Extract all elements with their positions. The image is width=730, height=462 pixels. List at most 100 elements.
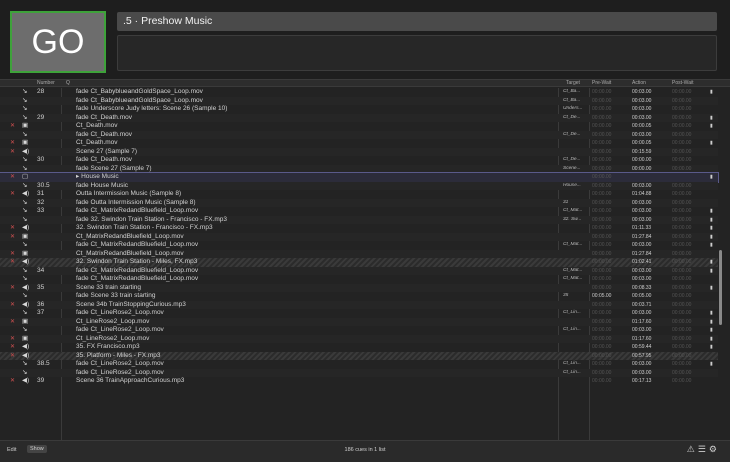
cue-action: 00:03.00: [632, 327, 652, 333]
cue-flag-icon: ▮: [710, 140, 713, 146]
broken-x-icon: ✕: [10, 259, 16, 265]
cue-post-wait: 00:00.00: [672, 259, 692, 265]
cue-number: 28: [37, 88, 45, 95]
cue-list: ↘ 28 fade Ct_BabyblueandGoldSpace_Loop.mov…: [0, 88, 730, 440]
fade-icon: ↘: [22, 198, 28, 206]
cue-action: 01:27.84: [632, 250, 652, 257]
cue-pre-wait: 00:00.00: [592, 182, 612, 189]
fade-icon: ↘: [22, 164, 28, 172]
cue-row[interactable]: ✕ ◀) 35. FX Francisco.mp3 00:00.00 00:59.44 0…: [0, 343, 718, 352]
cue-flag-icon: ▮: [710, 114, 713, 121]
video-icon: ▣: [22, 232, 29, 240]
cue-action: 00:03.00: [632, 310, 652, 316]
cue-row[interactable]: ↘ 30 fade Ct_Death.mov Ct_De... 00:00.00 00:0…: [0, 156, 718, 165]
fade-icon: ↘: [22, 360, 28, 367]
cue-row[interactable]: ↘ 28 fade Ct_BabyblueandGoldSpace_Loop.mov…: [0, 88, 718, 97]
cue-row[interactable]: ↘ 29 fade Ct_Death.mov Ct_De... 00:00.00 00:0…: [0, 113, 718, 122]
cue-post-wait: 00:00.00: [672, 267, 692, 274]
header-q[interactable]: Q: [66, 80, 70, 87]
cue-row[interactable]: ↘ 30.5 fade House Music House... 00:00.00 00:…: [0, 181, 718, 190]
cue-action: 00:03.00: [632, 208, 652, 214]
cue-pre-wait: 00:00.00: [592, 369, 612, 376]
cue-row[interactable]: ↘ fade Scene 33 train starting 35 00:05.00 0…: [0, 292, 718, 301]
cue-row[interactable]: ↘ fade Ct_BabyblueandGoldSpace_Loop.mov Ct…: [0, 96, 718, 105]
group-icon: ▢: [22, 173, 29, 180]
cue-flag-icon: ▮: [710, 259, 713, 265]
cue-row[interactable]: ↘ 33 fade Ct_MatrixRedandBluefield_Loop.mo…: [0, 207, 718, 216]
broken-x-icon: ✕: [10, 250, 16, 257]
cue-pre-wait: 00:00.00: [592, 242, 612, 248]
cue-row[interactable]: ✕ ◀) 32. Swindon Train Station - Miles, FX…: [0, 258, 718, 267]
cue-row[interactable]: ✕ ◀) 39 Scene 36 TrainApproachCurious.mp3 00…: [0, 377, 718, 386]
header-number[interactable]: Number: [37, 80, 55, 87]
cue-row[interactable]: ↘ fade Ct_MatrixRedandBluefield_Loop.mov C…: [0, 275, 718, 284]
cue-name: fade Scene 33 train starting: [76, 292, 156, 299]
cue-name: fade Ct_BabyblueandGoldSpace_Loop.mov: [76, 88, 203, 95]
cue-title-field[interactable]: .5 · Preshow Music: [117, 12, 717, 31]
footer-bar: Edit Show 186 cues in 1 list ⚠☰⚙: [0, 440, 730, 462]
fade-icon: ↘: [22, 266, 28, 274]
cue-number: 33: [37, 207, 45, 214]
gear-icon[interactable]: ⚙: [709, 444, 720, 454]
header-post-wait[interactable]: Post-Wait: [672, 80, 693, 87]
cue-name: fade Outta Intermission Music (Sample 8): [76, 198, 196, 206]
cue-row[interactable]: ↘ fade Ct_Death.mov Ct_De... 00:00.00 00:03.…: [0, 130, 718, 139]
cue-row[interactable]: ↘ fade Underscore Judy letters: Scene 26 …: [0, 105, 718, 114]
cue-action: 01:04.88: [632, 191, 652, 197]
cue-number: 36: [37, 300, 45, 308]
cue-flag-icon: ▮: [710, 233, 713, 240]
cue-row[interactable]: ↘ 37 fade Ct_LineRose2_Loop.mov Ct_Lin... 00…: [0, 309, 718, 318]
cue-row[interactable]: ✕ ◀) 35. Platform - Miles - FX.mp3 00:00.00…: [0, 351, 718, 360]
cue-row[interactable]: ↘ fade Ct_MatrixRedandBluefield_Loop.mov C…: [0, 241, 718, 250]
cue-post-wait: 00:00.00: [672, 250, 692, 257]
header-action[interactable]: Action: [632, 80, 646, 87]
cue-pre-wait: 00:00.00: [592, 140, 612, 146]
cue-target: Ct_Lin...: [563, 369, 581, 375]
audio-icon: ◀): [22, 377, 30, 384]
cue-row[interactable]: ↘ 38.5 fade Ct_LineRose2_Loop.mov Ct_Lin...…: [0, 360, 718, 369]
fade-icon: ↘: [22, 130, 28, 138]
video-icon: ▣: [22, 317, 29, 325]
cue-row[interactable]: ✕ ▣ Ct_MatrixRedandBluefield_Loop.mov 00:00…: [0, 232, 718, 241]
audio-icon: ◀): [22, 283, 30, 291]
cue-pre-wait: 00:00.00: [592, 335, 612, 342]
cue-row[interactable]: ✕ ◀) 35 Scene 33 train starting 00:00.00 00:0…: [0, 283, 718, 292]
cue-row[interactable]: ✕ ◀) 31 Outta Intermission Music (Sample 8)…: [0, 190, 718, 199]
cue-row[interactable]: ✕ ◀) Scene 27 (Sample 7) 00:00.00 00:15.59 00…: [0, 147, 718, 156]
cue-number: 32: [37, 198, 45, 206]
cue-name: fade Ct_Death.mov: [76, 156, 133, 163]
cue-pre-wait: 00:00.00: [592, 259, 612, 265]
cue-pre-wait: 00:00.00: [592, 233, 612, 240]
cue-row[interactable]: ✕ ▣ Ct_LineRose2_Loop.mov 00:00.00 01:17.60 0…: [0, 317, 718, 326]
cue-row[interactable]: ✕ ▣ Ct_LineRose2_Loop.mov 00:00.00 01:17.60 0…: [0, 334, 718, 343]
cue-row[interactable]: ✕ ▣ Ct_Death.mov 00:00.00 00:00.05 00:00.00 ▮: [0, 139, 718, 148]
cue-post-wait: 00:00.00: [672, 369, 692, 376]
fade-icon: ↘: [22, 88, 28, 95]
cue-row[interactable]: ✕ ▣ Ct_MatrixRedandBluefield_Loop.mov 00:00…: [0, 249, 718, 258]
cue-post-wait: 00:00.00: [672, 199, 692, 206]
cue-row[interactable]: ↘ fade 32. Swindon Train Station - Franci…: [0, 215, 718, 224]
cue-row[interactable]: ↘ fade Scene 27 (Sample 7) Scene... 00:00.0…: [0, 164, 718, 173]
cue-row[interactable]: ✕ ◀) 36 Scene 34b TrainStoppingCurious.mp3 0…: [0, 300, 718, 309]
list-icon[interactable]: ☰: [698, 444, 709, 454]
cue-action: 00:03.00: [632, 199, 652, 206]
cue-pre-wait: 00:00.00: [592, 174, 612, 180]
cue-row[interactable]: ↘ 34 fade Ct_MatrixRedandBluefield_Loop.mo…: [0, 266, 718, 275]
cue-name: fade Ct_LineRose2_Loop.mov: [76, 326, 164, 333]
cue-group-row[interactable]: ✕ ▢ ▸ House Music 00:00.00 ▮: [0, 172, 719, 183]
cue-target: 31: [563, 199, 569, 205]
header-target[interactable]: Target: [566, 80, 580, 87]
cue-notes-field[interactable]: [117, 35, 717, 71]
audio-icon: ◀): [22, 343, 30, 350]
cue-post-wait: 00:00.00: [672, 114, 692, 121]
scrollbar[interactable]: [719, 250, 722, 325]
warning-icon[interactable]: ⚠: [687, 444, 698, 454]
cue-row[interactable]: ↘ fade Ct_LineRose2_Loop.mov Ct_Lin... 00:0…: [0, 326, 718, 335]
cue-row[interactable]: ↘ 32 fade Outta Intermission Music (Sample…: [0, 198, 718, 207]
cue-row[interactable]: ✕ ▣ Ct_Death.mov 00:00.00 00:00.05 00:00.00 ▮: [0, 122, 718, 131]
cue-row[interactable]: ↘ fade Ct_LineRose2_Loop.mov Ct_Lin... 00:0…: [0, 368, 718, 377]
fade-icon: ↘: [22, 156, 28, 163]
header-pre-wait[interactable]: Pre-Wait: [592, 80, 611, 87]
cue-row[interactable]: ✕ ◀) 32. Swindon Train Station - Francisco…: [0, 224, 718, 233]
go-button[interactable]: GO: [10, 11, 106, 73]
